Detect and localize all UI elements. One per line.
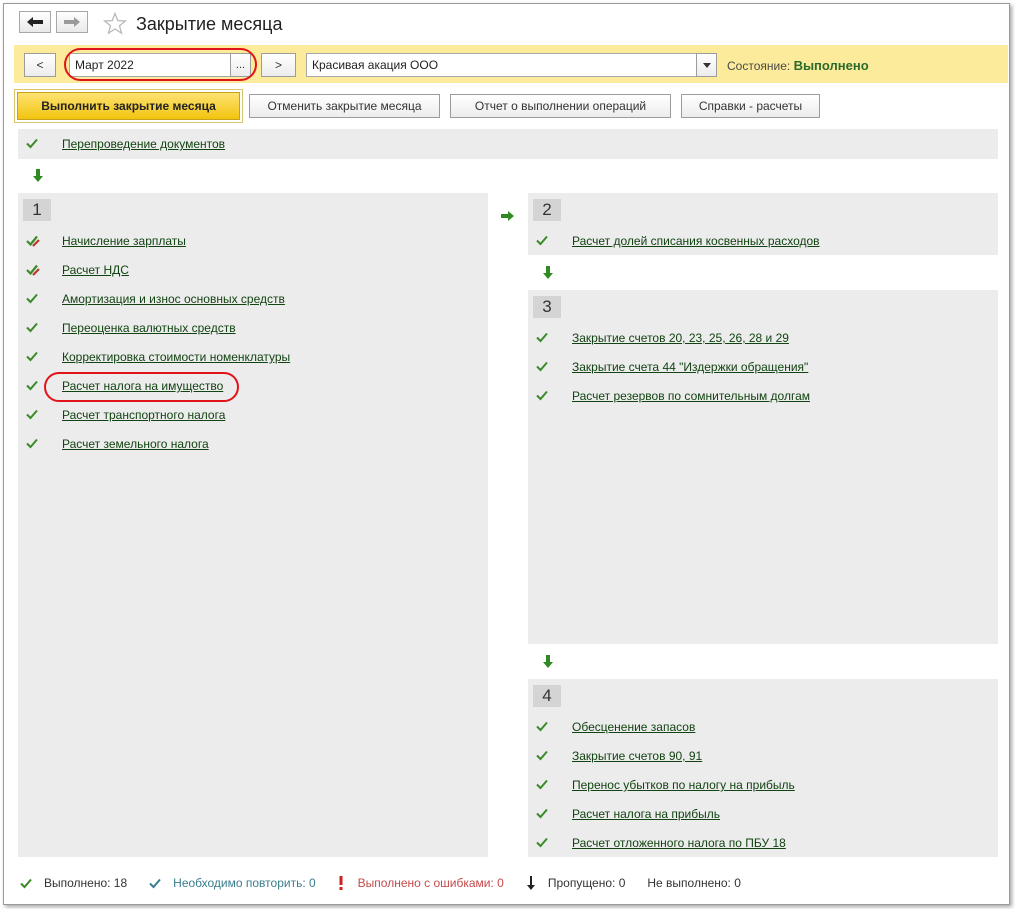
list-item[interactable]: Закрытие счета 44 "Издержки обращения" bbox=[536, 358, 808, 376]
check-icon bbox=[26, 321, 48, 335]
check-repeat-icon bbox=[149, 878, 161, 889]
list-item[interactable]: Расчет транспортного налога bbox=[26, 406, 225, 424]
references-button[interactable]: Справки - расчеты bbox=[681, 94, 820, 118]
footer-repeat-text: Необходимо повторить: 0 bbox=[173, 876, 316, 890]
list-item[interactable]: Переоценка валютных средств bbox=[26, 319, 236, 337]
operation-link[interactable]: Расчет налога на имущество bbox=[62, 379, 223, 393]
operation-link[interactable]: Обесценение запасов bbox=[572, 720, 695, 734]
group-number: 2 bbox=[533, 199, 561, 221]
check-warning-icon bbox=[26, 263, 48, 277]
check-icon bbox=[26, 379, 48, 393]
check-icon bbox=[26, 350, 48, 364]
list-item[interactable]: Расчет долей списания косвенных расходов bbox=[536, 232, 820, 250]
operation-link[interactable]: Расчет долей списания косвенных расходов bbox=[572, 234, 820, 248]
list-item[interactable]: Перепроведение документов bbox=[26, 135, 225, 153]
footer-skipped-text: Пропущено: 0 bbox=[547, 876, 626, 890]
operation-link[interactable]: Расчет налога на прибыль bbox=[572, 807, 720, 821]
period-field[interactable]: Март 2022 bbox=[69, 53, 231, 77]
list-item[interactable]: Расчет резервов по сомнительным долгам bbox=[536, 387, 810, 405]
check-icon bbox=[20, 878, 32, 889]
footer-done-text: Выполнено: 18 bbox=[44, 876, 128, 890]
group-number: 3 bbox=[533, 296, 561, 318]
list-item[interactable]: Расчет отложенного налога по ПБУ 18 bbox=[536, 834, 786, 852]
list-item[interactable]: Перенос убытков по налогу на прибыль bbox=[536, 776, 795, 794]
list-item[interactable]: Амортизация и износ основных средств bbox=[26, 290, 285, 308]
operations-report-button[interactable]: Отчет о выполнении операций bbox=[450, 94, 671, 118]
exclamation-icon bbox=[339, 876, 343, 890]
group-4-panel bbox=[528, 679, 998, 857]
operation-link[interactable]: Закрытие счетов 90, 91 bbox=[572, 749, 702, 763]
operation-link[interactable]: Расчет земельного налога bbox=[62, 437, 209, 451]
footer-repeat: Необходимо повторить: 0 bbox=[149, 876, 316, 890]
operation-link[interactable]: Перенос убытков по налогу на прибыль bbox=[572, 778, 795, 792]
check-icon bbox=[536, 749, 558, 763]
list-item[interactable]: Расчет налога на прибыль bbox=[536, 805, 720, 823]
check-icon bbox=[26, 408, 48, 422]
check-icon bbox=[536, 360, 558, 374]
footer-done: Выполнено: 18 bbox=[20, 876, 127, 890]
next-period-button[interactable]: > bbox=[261, 53, 296, 77]
footer-not-done-text: Не выполнено: 0 bbox=[647, 876, 741, 890]
check-icon bbox=[536, 807, 558, 821]
check-icon bbox=[536, 836, 558, 850]
check-icon bbox=[536, 720, 558, 734]
arrow-down-skip-icon bbox=[526, 876, 535, 890]
group-number: 4 bbox=[533, 685, 561, 707]
page-title: Закрытие месяца bbox=[136, 14, 283, 34]
footer-skipped: Пропущено: 0 bbox=[526, 876, 626, 890]
repost-documents-link[interactable]: Перепроведение документов bbox=[62, 137, 225, 151]
check-icon bbox=[536, 331, 558, 345]
operation-link[interactable]: Расчет НДС bbox=[62, 263, 129, 277]
footer-not-done: Не выполнено: 0 bbox=[647, 876, 741, 890]
back-button[interactable] bbox=[19, 11, 51, 33]
period-select-button[interactable]: ... bbox=[230, 53, 251, 77]
execute-close-button[interactable]: Выполнить закрытие месяца bbox=[17, 92, 240, 120]
operation-link[interactable]: Амортизация и износ основных средств bbox=[62, 292, 285, 306]
status-label: Состояние: bbox=[727, 59, 791, 73]
arrow-left-icon bbox=[27, 17, 43, 27]
organization-dropdown-button[interactable] bbox=[696, 53, 717, 77]
operation-link[interactable]: Расчет резервов по сомнительным долгам bbox=[572, 389, 810, 403]
forward-button[interactable] bbox=[56, 11, 88, 33]
operation-link[interactable]: Расчет транспортного налога bbox=[62, 408, 225, 422]
arrow-down-icon bbox=[543, 655, 553, 668]
list-item[interactable]: Расчет налога на имущество bbox=[26, 377, 223, 395]
operation-link[interactable]: Закрытие счета 44 "Издержки обращения" bbox=[572, 360, 808, 374]
list-item[interactable]: Корректировка стоимости номенклатуры bbox=[26, 348, 290, 366]
favorite-star-button[interactable] bbox=[102, 11, 128, 39]
footer-errors: Выполнено с ошибками: 0 bbox=[338, 876, 504, 890]
check-icon bbox=[536, 234, 558, 248]
list-item[interactable]: Расчет НДС bbox=[26, 261, 129, 279]
list-item[interactable]: Обесценение запасов bbox=[536, 718, 695, 736]
operation-link[interactable]: Начисление зарплаты bbox=[62, 234, 186, 248]
list-item[interactable]: Расчет земельного налога bbox=[26, 435, 209, 453]
list-item[interactable]: Начисление зарплаты bbox=[26, 232, 186, 250]
star-icon bbox=[102, 11, 128, 35]
check-icon bbox=[26, 137, 48, 151]
list-item[interactable]: Закрытие счетов 90, 91 bbox=[536, 747, 702, 765]
check-icon bbox=[26, 292, 48, 306]
operation-link[interactable]: Корректировка стоимости номенклатуры bbox=[62, 350, 290, 364]
chevron-down-icon bbox=[702, 62, 711, 68]
cancel-close-button[interactable]: Отменить закрытие месяца bbox=[249, 94, 440, 118]
footer-errors-text: Выполнено с ошибками: 0 bbox=[357, 876, 504, 890]
arrow-right-icon bbox=[501, 211, 514, 221]
check-icon bbox=[536, 389, 558, 403]
operation-link[interactable]: Закрытие счетов 20, 23, 25, 26, 28 и 29 bbox=[572, 331, 789, 345]
operation-link[interactable]: Расчет отложенного налога по ПБУ 18 bbox=[572, 836, 786, 850]
status-footer: Выполнено: 18 Необходимо повторить: 0 Вы… bbox=[20, 874, 763, 892]
check-icon bbox=[536, 778, 558, 792]
operation-link[interactable]: Переоценка валютных средств bbox=[62, 321, 236, 335]
organization-field[interactable]: Красивая акация ООО bbox=[306, 53, 697, 77]
arrow-down-icon bbox=[33, 169, 43, 182]
arrow-down-icon bbox=[543, 266, 553, 279]
status-value: Выполнено bbox=[793, 58, 869, 73]
arrow-right-icon bbox=[64, 17, 80, 27]
status: Состояние: Выполнено bbox=[727, 58, 869, 73]
list-item[interactable]: Закрытие счетов 20, 23, 25, 26, 28 и 29 bbox=[536, 329, 789, 347]
check-icon bbox=[26, 437, 48, 451]
check-warning-icon bbox=[26, 234, 48, 248]
prev-period-button[interactable]: < bbox=[24, 53, 56, 77]
group-number: 1 bbox=[23, 199, 51, 221]
